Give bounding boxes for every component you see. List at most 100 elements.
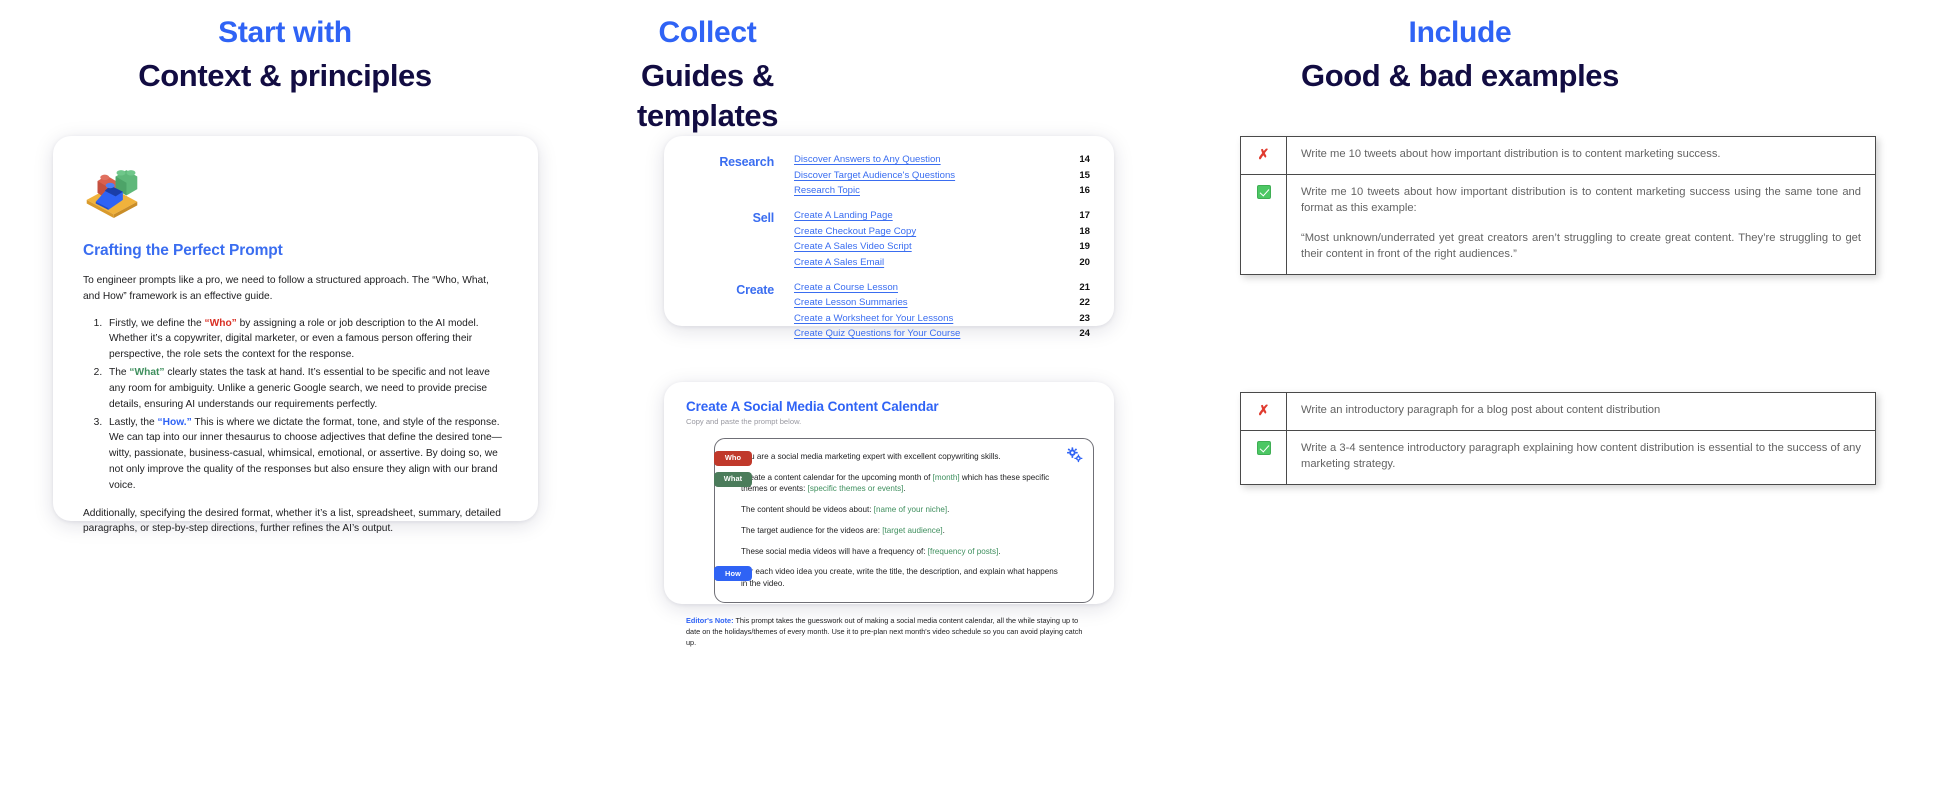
list-item: Lastly, the “How.” This is where we dict… [105,415,508,494]
prompt-text: For each video idea you create, write th… [741,567,1058,589]
toc-entry-link[interactable]: Discover Answers to Any Question [794,154,941,165]
toc-entry-link[interactable]: Create a Worksheet for Your Lessons [794,313,953,324]
toc-category-label: Research [719,155,774,169]
placeholder-token: [specific themes or events] [807,484,904,494]
toc-entry-link[interactable]: Create Quiz Questions for Your Course [794,328,960,339]
card-heading: Crafting the Perfect Prompt [83,242,283,259]
status-cell-good [1241,174,1287,274]
prompt-text: You are a social media marketing expert … [741,452,1001,461]
table-of-contents-card: Research Discover Answers to Any Questio… [664,136,1114,339]
list-item[interactable]: Create Checkout Page Copy 18 [794,226,1090,237]
toc-entry-link[interactable]: Create Checkout Page Copy [794,226,916,237]
step-lead: Firstly, we define the [109,317,202,329]
toc-group-research: Research Discover Answers to Any Questio… [682,154,1090,196]
toc-page-number: 21 [1079,281,1090,293]
column-header-collect: Collect Guides & templates [580,14,835,136]
green-check-icon [1256,184,1271,199]
toc-entry-link[interactable]: Create A Sales Video Script [794,241,912,252]
gears-settings-icon [1067,447,1083,463]
chip-who: Who [714,451,752,466]
column-header-start-with: Start with Context & principles [55,14,515,96]
toc-category-label: Create [736,282,774,297]
toc-page-number: 19 [1079,241,1090,252]
column-title: Good & bad examples [1301,57,1619,93]
prompt-line-frequency: These social media videos will have a fr… [741,546,1063,558]
card-outro-paragraph: Additionally, specifying the desired for… [83,507,501,535]
editors-note: Editor's Note: This prompt takes the gue… [686,616,1094,649]
column-title: Guides & templates [636,57,779,133]
list-item[interactable]: Create a Worksheet for Your Lessons 23 [794,313,1090,324]
green-check-icon [1256,440,1271,455]
toc-entry-link[interactable]: Research Topic [794,185,860,196]
list-item[interactable]: Discover Target Audience's Questions 15 [794,170,1090,181]
prompt-text-pre: The target audience for the videos are: [741,525,883,535]
card-intro-paragraph: To engineer prompts like a pro, we need … [83,275,489,302]
step-lead: The [109,367,127,379]
table-row: ✗ Write me 10 tweets about how important… [1241,137,1875,175]
toc-group-create: Create Create a Course Lesson 21 Create … [682,282,1090,340]
toc-entry-link[interactable]: Create a Course Lesson [794,282,898,293]
card-heading: Create A Social Media Content Calendar [686,399,939,414]
infographic-page: Start with Context & principles Collect … [0,0,1938,786]
list-item[interactable]: Create A Sales Email 20 [794,257,1090,268]
toc-entry-link[interactable]: Create A Landing Page [794,210,893,221]
column-header-include: Include Good & bad examples [1130,14,1790,96]
placeholder-token: [frequency of posts] [927,546,999,556]
prompt-line-who: Who You are a social media marketing exp… [714,451,1063,466]
table-row: Write a 3-4 sentence introductory paragr… [1241,430,1875,484]
prompt-text-post: . [903,484,906,494]
toc-entry-link[interactable]: Discover Target Audience's Questions [794,170,955,181]
card-subheading: Copy and paste the prompt below. [686,417,802,426]
step-rest: clearly states the task at hand. It’s es… [109,367,490,410]
toc-entry-link[interactable]: Create Lesson Summaries [794,297,908,308]
prompt-line-audience: The target audience for the videos are: … [741,525,1063,537]
list-item[interactable]: Discover Answers to Any Question 14 [794,154,1090,165]
list-item[interactable]: Create a Course Lesson 21 [794,282,1090,293]
toc-page-number: 17 [1079,210,1090,221]
table-row: Write me 10 tweets about how important d… [1241,174,1875,274]
toc-page-number: 23 [1079,312,1090,324]
toc-entry-link[interactable]: Create A Sales Email [794,257,884,268]
toc-category-label: Sell [752,211,775,225]
x-mark-icon: ✗ [1257,146,1270,162]
step-lead: Lastly, the [109,416,155,428]
prompt-line-what: What Create a content calendar for the u… [714,471,1063,495]
social-media-calendar-card: Create A Social Media Content Calendar C… [664,382,1114,647]
column-title: Context & principles [138,57,432,93]
list-item[interactable]: Create Lesson Summaries 22 [794,297,1090,308]
examples-table-tweets: ✗ Write me 10 tweets about how important… [1240,136,1876,275]
toc-entry-list: Create a Course Lesson 21 Create Lesson … [794,282,1090,340]
examples-table-intro-paragraph: ✗ Write an introductory paragraph for a … [1240,392,1876,485]
list-item[interactable]: Research Topic 16 [794,185,1090,196]
toc-page-number: 24 [1079,328,1090,339]
toc-page-number: 15 [1079,169,1090,181]
example-text-cell: Write an introductory paragraph for a bl… [1287,393,1875,430]
column-eyebrow: Collect [658,16,757,49]
toc-entry-list: Discover Answers to Any Question 14 Disc… [794,154,1090,196]
list-item[interactable]: Create Quiz Questions for Your Course 24 [794,328,1090,339]
toc-page-number: 22 [1079,297,1090,308]
status-cell-good [1241,430,1287,484]
step-keyword: “How.” [157,416,192,428]
example-text-cell: Write a 3-4 sentence introductory paragr… [1287,431,1875,484]
prompt-text-pre: These social media videos will have a fr… [741,546,928,556]
placeholder-token: [month] [932,472,960,482]
framework-steps-list: Firstly, we define the “Who” by assignin… [83,316,508,494]
list-item: The “What” clearly states the task at ha… [105,365,508,412]
list-item: Firstly, we define the “Who” by assignin… [105,316,508,363]
toc-page-number: 16 [1079,185,1090,196]
lego-blocks-icon [86,170,138,218]
x-mark-icon: ✗ [1257,402,1270,418]
list-item[interactable]: Create A Landing Page 17 [794,210,1090,221]
placeholder-token: [target audience] [882,525,943,535]
toc-group-sell: Sell Create A Landing Page 17 Create Che… [682,210,1090,268]
example-paragraph: Write me 10 tweets about how important d… [1301,185,1861,214]
placeholder-token: [name of your niche] [873,505,948,515]
step-keyword: “What” [129,367,165,379]
chip-what: What [714,471,752,487]
example-paragraph: Write me 10 tweets about how important d… [1301,148,1721,160]
toc-page-number: 14 [1079,154,1090,165]
chip-how: How [714,566,752,582]
prompt-text-post: . [998,546,1001,556]
list-item[interactable]: Create A Sales Video Script 19 [794,241,1090,252]
